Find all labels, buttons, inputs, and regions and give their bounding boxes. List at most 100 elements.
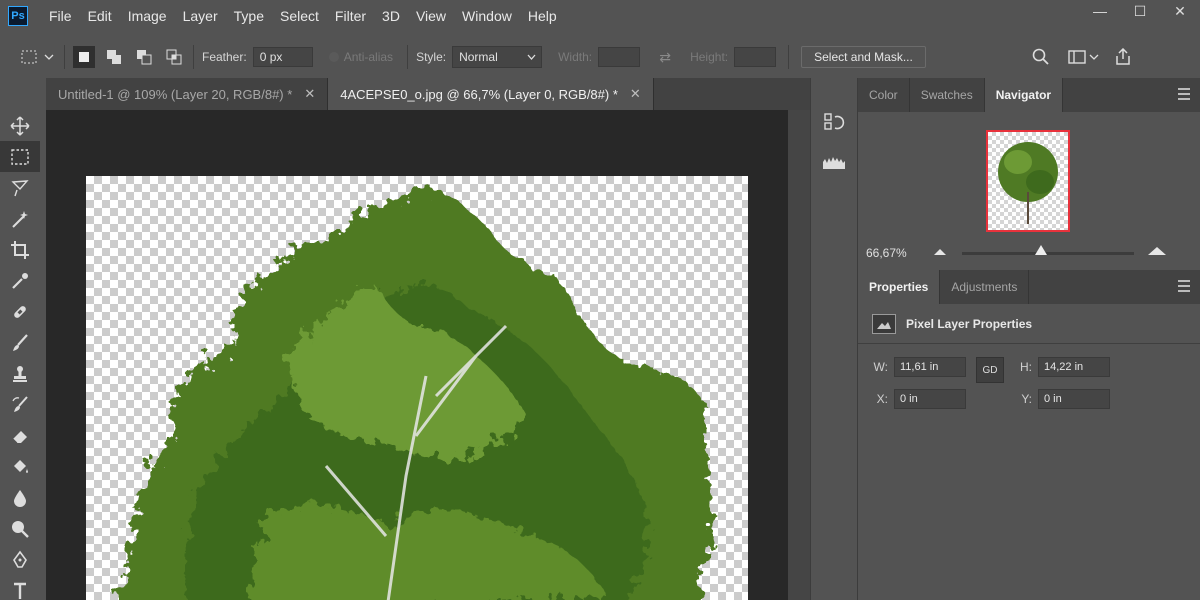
tools-panel <box>0 78 40 600</box>
chevron-down-icon <box>527 54 536 60</box>
menu-filter[interactable]: Filter <box>328 0 375 32</box>
height-row: H: 14,22 in <box>1010 357 1110 377</box>
style-label: Style: <box>416 50 447 64</box>
eraser-tool-icon[interactable] <box>0 420 40 451</box>
tab-4acepse0[interactable]: 4ACEPSE0_o.jpg @ 66,7% (Layer 0, RGB/8#)… <box>328 78 654 110</box>
intersect-selection-icon[interactable] <box>163 46 185 68</box>
pen-tool-icon[interactable] <box>0 544 40 575</box>
close-icon[interactable]: ✕ <box>304 86 315 102</box>
history-panel-icon[interactable] <box>814 106 854 138</box>
workspace-icon[interactable] <box>1066 46 1088 68</box>
width-input[interactable] <box>598 47 641 67</box>
menu-edit[interactable]: Edit <box>81 0 121 32</box>
style-value: Normal <box>459 50 498 64</box>
zoom-value[interactable]: 66,67% <box>866 246 926 260</box>
magic-wand-tool-icon[interactable] <box>0 203 40 234</box>
history-brush-tool-icon[interactable] <box>0 389 40 420</box>
h-label: H: <box>1020 360 1032 374</box>
marquee-tool-icon[interactable] <box>0 141 40 172</box>
lasso-tool-icon[interactable] <box>0 172 40 203</box>
y-row: Y: 0 in <box>1010 389 1110 409</box>
paint-bucket-tool-icon[interactable] <box>0 451 40 482</box>
properties-panel-tabs: Properties Adjustments <box>858 270 1200 304</box>
marquee-preset-icon[interactable] <box>20 46 42 68</box>
y-field[interactable]: 0 in <box>1038 389 1110 409</box>
menu-select[interactable]: Select <box>273 0 328 32</box>
swap-icon[interactable]: ⇄ <box>654 46 676 68</box>
new-selection-icon[interactable] <box>73 46 95 68</box>
zoom-slider[interactable] <box>962 252 1134 255</box>
tab-untitled-1[interactable]: Untitled-1 @ 109% (Layer 20, RGB/8#) * ✕ <box>46 78 329 110</box>
menu-layer[interactable]: Layer <box>176 0 227 32</box>
antialias-checkbox[interactable] <box>328 52 339 62</box>
crop-tool-icon[interactable] <box>0 234 40 265</box>
vertical-scrollbar[interactable] <box>788 110 810 600</box>
add-selection-icon[interactable] <box>103 46 125 68</box>
clone-stamp-tool-icon[interactable] <box>0 358 40 389</box>
w-label: W: <box>873 360 888 374</box>
tab-properties[interactable]: Properties <box>858 270 941 304</box>
chevron-down-icon[interactable] <box>1088 46 1100 68</box>
link-dimensions-icon[interactable]: GD <box>976 357 1004 383</box>
navigator-thumbnail[interactable] <box>986 130 1070 232</box>
healing-brush-tool-icon[interactable] <box>0 296 40 327</box>
menu-file[interactable]: File <box>42 0 81 32</box>
divider <box>193 45 194 69</box>
close-icon[interactable]: ✕ <box>630 86 641 102</box>
width-label: Width: <box>558 50 593 64</box>
menu-view[interactable]: View <box>409 0 455 32</box>
histogram-panel-icon[interactable] <box>814 146 854 178</box>
height-field[interactable]: 14,22 in <box>1038 357 1110 377</box>
tab-adjustments[interactable]: Adjustments <box>940 270 1030 304</box>
tree-image <box>118 186 713 600</box>
height-input[interactable] <box>734 47 777 67</box>
share-icon[interactable] <box>1112 46 1134 68</box>
divider <box>788 45 790 69</box>
tab-navigator[interactable]: Navigator <box>984 78 1064 112</box>
width-field[interactable]: 11,61 in <box>894 357 966 377</box>
options-bar: Feather: 0 px Anti-alias Style: Normal W… <box>0 38 1200 76</box>
close-button[interactable]: ✕ <box>1160 0 1200 22</box>
height-label: Height: <box>690 50 729 64</box>
menu-help[interactable]: Help <box>521 0 566 32</box>
select-and-mask-button[interactable]: Select and Mask... <box>801 46 926 68</box>
divider <box>407 45 409 69</box>
feather-input[interactable]: 0 px <box>252 47 313 67</box>
brush-tool-icon[interactable] <box>0 327 40 358</box>
dodge-tool-icon[interactable] <box>0 513 40 544</box>
style-select[interactable]: Normal <box>452 46 543 68</box>
move-tool-icon[interactable] <box>0 110 40 141</box>
divider <box>64 45 65 69</box>
type-tool-icon[interactable] <box>0 575 40 600</box>
properties-header: Pixel Layer Properties <box>858 304 1200 344</box>
canvas-area[interactable] <box>46 110 788 600</box>
minimize-button[interactable]: — <box>1080 0 1120 22</box>
menu-3d[interactable]: 3D <box>375 0 409 32</box>
width-row: W: 11,61 in <box>866 357 966 377</box>
zoom-in-icon[interactable] <box>1148 246 1166 256</box>
eyedropper-tool-icon[interactable] <box>0 265 40 296</box>
menu-type[interactable]: Type <box>227 0 273 32</box>
menu-window[interactable]: Window <box>455 0 521 32</box>
x-label: X: <box>876 392 888 406</box>
tab-title: Untitled-1 @ 109% (Layer 20, RGB/8#) * <box>58 86 293 102</box>
maximize-button[interactable]: ☐ <box>1120 0 1160 22</box>
tab-swatches[interactable]: Swatches <box>910 78 985 112</box>
search-icon[interactable] <box>1030 46 1052 68</box>
x-field[interactable]: 0 in <box>894 389 966 409</box>
tab-title: 4ACEPSE0_o.jpg @ 66,7% (Layer 0, RGB/8#)… <box>340 86 618 102</box>
blur-tool-icon[interactable] <box>0 482 40 513</box>
feather-label: Feather: <box>202 50 247 64</box>
subtract-selection-icon[interactable] <box>133 46 155 68</box>
menu-bar: Ps File Edit Image Layer Type Select Fil… <box>0 0 1200 32</box>
properties-panel: Properties Adjustments Pixel Layer Prope… <box>858 270 1200 600</box>
document-canvas[interactable] <box>86 176 748 600</box>
panel-menu-icon[interactable] <box>1178 88 1190 100</box>
chevron-down-icon[interactable] <box>42 46 56 68</box>
panel-menu-icon[interactable] <box>1178 280 1190 292</box>
zoom-out-icon[interactable] <box>934 248 946 256</box>
menu-image[interactable]: Image <box>121 0 176 32</box>
document-tabs: Untitled-1 @ 109% (Layer 20, RGB/8#) * ✕… <box>46 78 810 110</box>
zoom-slider-knob[interactable] <box>1035 245 1048 255</box>
tab-color[interactable]: Color <box>858 78 910 112</box>
